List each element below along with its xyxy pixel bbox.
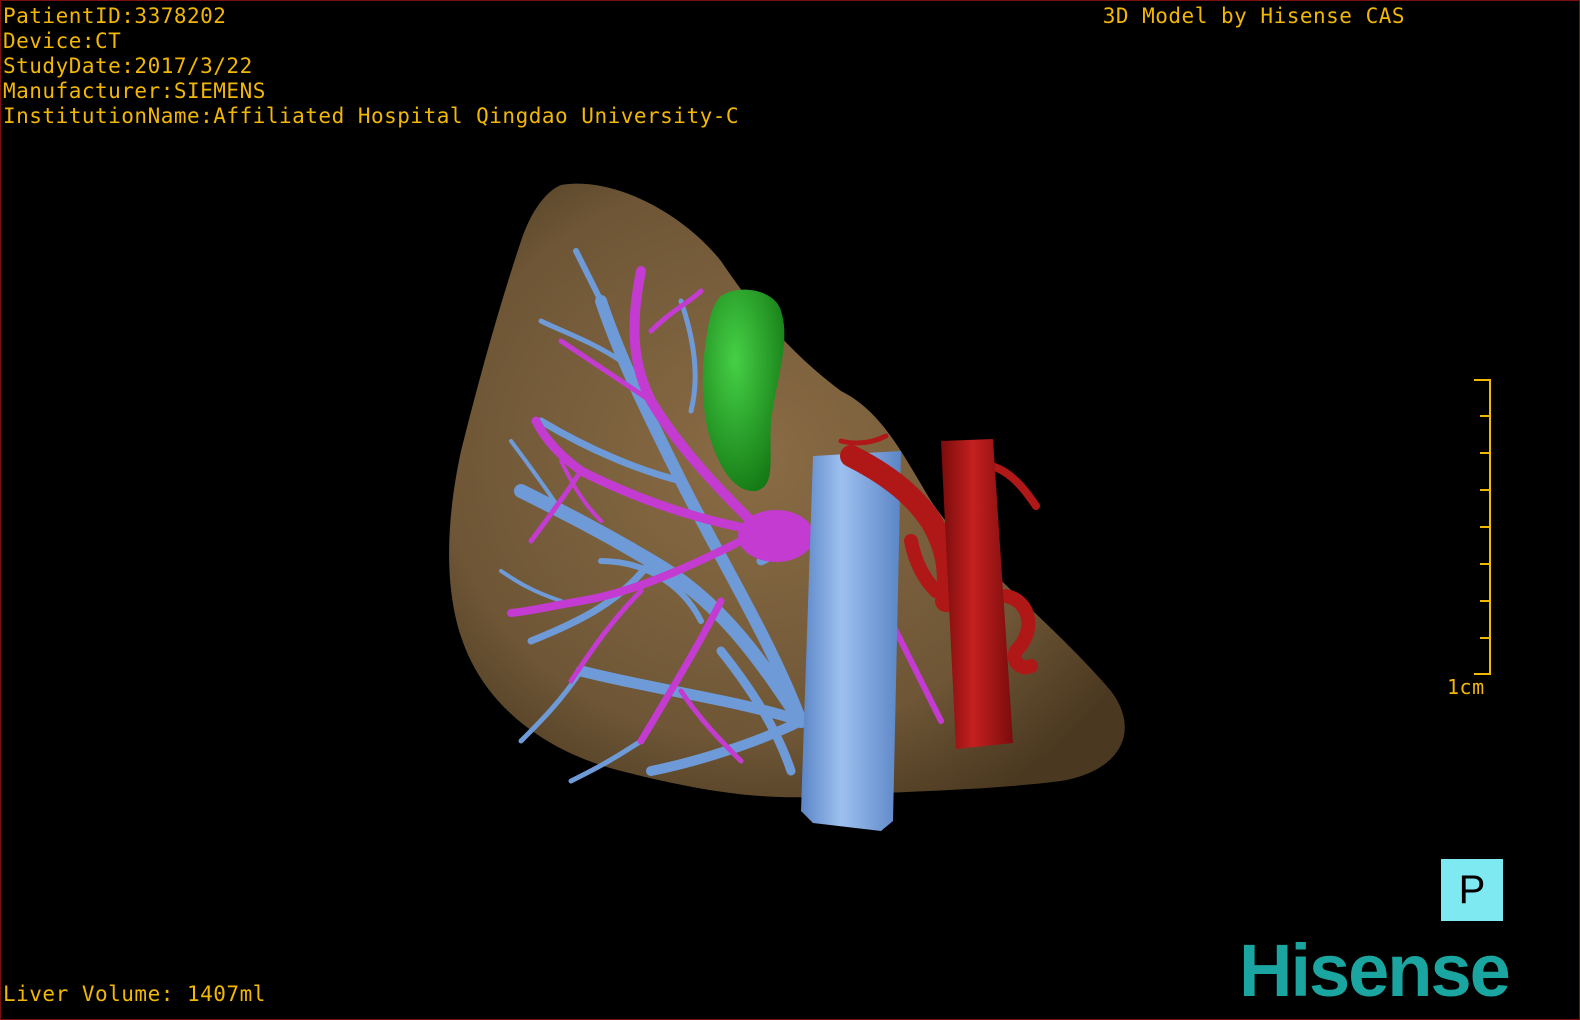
inferior-vena-cava (801, 451, 901, 831)
liver-3d-model[interactable] (1, 1, 1579, 1019)
institution-label: InstitutionName:Affiliated Hospital Qing… (3, 104, 740, 128)
hepatic-vein-confluence (738, 510, 814, 562)
device-label: Device:CT (3, 29, 122, 53)
patient-id-label: PatientID:3378202 (3, 4, 227, 28)
orientation-cube[interactable]: P (1441, 859, 1503, 921)
manufacturer-label: Manufacturer:SIEMENS (3, 79, 266, 103)
scale-bar (1474, 379, 1491, 675)
study-date-label: StudyDate:2017/3/22 (3, 54, 253, 78)
hisense-logo: Hisense (1239, 929, 1511, 1012)
liver-volume-label: Liver Volume: 1407ml (3, 982, 266, 1006)
dicom-info-overlay: PatientID:3378202 Device:CT StudyDate:20… (3, 4, 739, 129)
model-credit-label: 3D Model by Hisense CAS (1102, 4, 1405, 28)
3d-viewport[interactable]: PatientID:3378202 Device:CT StudyDate:20… (0, 0, 1580, 1020)
scale-bar-label: 1cm (1447, 675, 1485, 699)
